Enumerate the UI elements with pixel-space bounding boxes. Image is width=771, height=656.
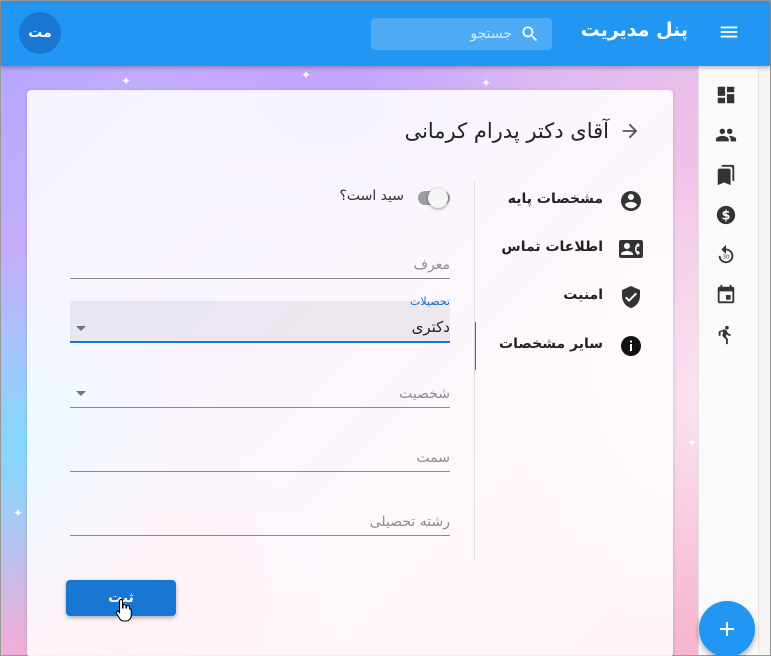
referrer-field[interactable]: معرف [70, 237, 450, 279]
search-input[interactable] [382, 18, 512, 50]
avatar[interactable]: مت [19, 12, 61, 54]
info-icon [619, 334, 643, 358]
dashboard-icon[interactable] [715, 84, 739, 108]
dropdown-caret-icon [76, 391, 86, 396]
page-title: آقای دکتر پدرام کرمانی [404, 119, 609, 143]
referrer-placeholder: معرف [413, 257, 451, 273]
shield-check-icon [619, 285, 643, 309]
app-bar: پنل مدیریت مت [1, 1, 770, 66]
field-of-study-field[interactable]: رشته تحصیلی [70, 494, 450, 536]
hand-cursor-icon [115, 598, 133, 622]
svg-text:$: $ [722, 209, 731, 224]
navigation-rail: $ 30 [698, 66, 770, 655]
education-select[interactable]: دکتری [70, 301, 450, 343]
nav-label: مشخصات پایه [507, 191, 603, 207]
field-underline [70, 278, 450, 279]
position-placeholder: سمت [416, 450, 450, 466]
nav-item-basic-info[interactable]: مشخصات پایه [476, 177, 673, 225]
search-box[interactable] [371, 18, 552, 50]
replay-30-icon[interactable]: 30 [715, 244, 739, 268]
nav-item-contact-info[interactable]: اطلاعات تماس [476, 225, 673, 273]
app-title: پنل مدیریت [580, 19, 688, 41]
nav-label: اطلاعات تماس [501, 239, 603, 255]
personality-placeholder: شخصیت [399, 386, 450, 402]
account-circle-icon [619, 189, 643, 213]
nav-label: سایر مشخصات [499, 336, 603, 352]
position-field[interactable]: سمت [70, 430, 450, 472]
field-underline [70, 471, 450, 472]
personality-select[interactable]: شخصیت [70, 366, 450, 408]
dropdown-caret-icon [76, 326, 86, 331]
person-running-icon[interactable] [715, 324, 739, 348]
back-arrow-icon[interactable] [619, 120, 641, 142]
nav-label: امنیت [563, 287, 603, 303]
field-of-study-placeholder: رشته تحصیلی [369, 514, 450, 530]
field-underline [70, 407, 450, 408]
education-value: دکتری [411, 318, 450, 336]
toggle-thumb [428, 188, 448, 208]
bookmarks-icon[interactable] [715, 164, 739, 188]
add-fab-button[interactable] [699, 601, 755, 656]
contact-card-icon [619, 237, 643, 261]
svg-text:30: 30 [723, 255, 730, 261]
field-underline [70, 341, 450, 343]
scrollbar[interactable] [758, 66, 770, 655]
seed-label: سید است؟ [339, 188, 404, 204]
profile-card: آقای دکتر پدرام کرمانی مشخصات پایه اطلاع… [27, 90, 673, 656]
field-underline [70, 535, 450, 536]
search-icon[interactable] [520, 24, 540, 44]
nav-item-security[interactable]: امنیت [476, 273, 673, 321]
divider [474, 182, 475, 560]
nav-item-other-info[interactable]: سایر مشخصات [474, 322, 673, 370]
seed-toggle[interactable] [416, 188, 452, 208]
plus-icon [720, 622, 734, 636]
calendar-icon[interactable] [715, 284, 739, 308]
dollar-icon[interactable]: $ [715, 204, 739, 228]
seed-toggle-row: سید است؟ [317, 184, 452, 212]
menu-icon[interactable] [718, 21, 740, 43]
people-icon[interactable] [715, 124, 739, 148]
